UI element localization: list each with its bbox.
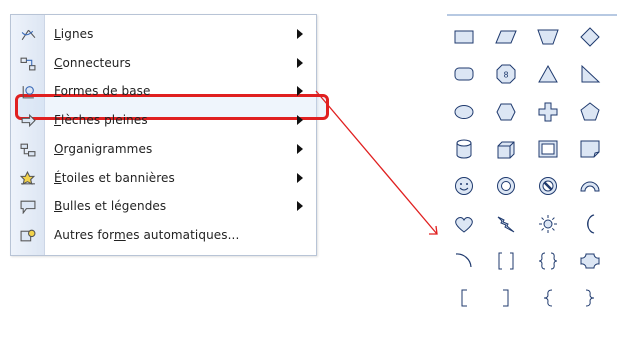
parallelogram-shape-icon[interactable] [494, 26, 518, 48]
no-symbol-shape-icon[interactable] [536, 175, 560, 197]
connector-line [315, 90, 438, 235]
block-arc-shape-icon[interactable] [578, 175, 602, 197]
folded-corner-shape-icon[interactable] [578, 138, 602, 160]
hexagon-shape-icon[interactable] [494, 101, 518, 123]
svg-text:8: 8 [503, 71, 508, 80]
right-triangle-shape-icon[interactable] [578, 63, 602, 85]
rectangle-shape-icon[interactable] [452, 26, 476, 48]
cross-shape-icon[interactable] [536, 101, 560, 123]
oval-shape-icon[interactable] [452, 101, 476, 123]
sun-shape-icon[interactable] [536, 213, 560, 235]
diamond-shape-icon[interactable] [578, 26, 602, 48]
double-brace-shape-icon[interactable] [536, 250, 560, 272]
donut-shape-icon[interactable] [494, 175, 518, 197]
moon-shape-icon[interactable] [578, 213, 602, 235]
smiley-face-shape-icon[interactable] [452, 175, 476, 197]
rounded-rectangle-shape-icon[interactable] [452, 63, 476, 85]
left-bracket-shape-icon[interactable] [452, 287, 476, 309]
double-bracket-shape-icon[interactable] [494, 250, 518, 272]
isosceles-triangle-shape-icon[interactable] [536, 63, 560, 85]
octagon-shape-icon[interactable]: 8 [494, 63, 518, 85]
heart-shape-icon[interactable] [452, 213, 476, 235]
pentagon-shape-icon[interactable] [578, 101, 602, 123]
bevel-shape-icon[interactable] [536, 138, 560, 160]
cube-shape-icon[interactable] [494, 138, 518, 160]
right-bracket-shape-icon[interactable] [494, 287, 518, 309]
right-brace-shape-icon[interactable] [578, 287, 602, 309]
can-shape-icon[interactable] [452, 138, 476, 160]
arc-shape-icon[interactable] [452, 250, 476, 272]
left-brace-shape-icon[interactable] [536, 287, 560, 309]
trapezoid-shape-icon[interactable] [536, 26, 560, 48]
plaque-shape-icon[interactable] [578, 250, 602, 272]
lightning-bolt-shape-icon[interactable] [494, 213, 518, 235]
basic-shapes-palette: 8 [447, 14, 617, 346]
